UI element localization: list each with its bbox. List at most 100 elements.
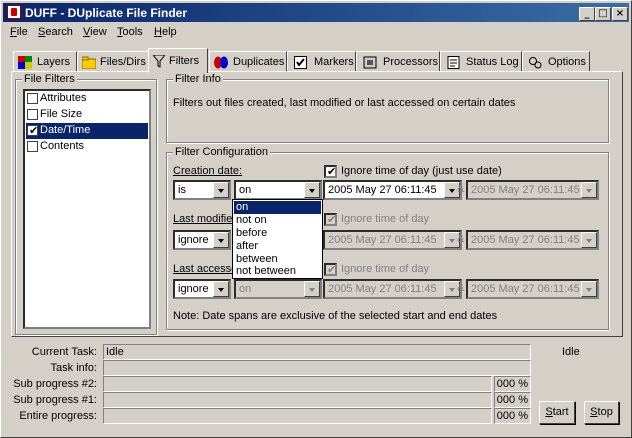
current-task-field: Idle [103,344,531,360]
accessed-op-select[interactable]: on [234,279,322,299]
check-icon: ✔ [327,213,337,226]
app-window: DUFF - DUplicate File Finder _ □ × File … [0,0,632,438]
dropdown-option[interactable]: after [234,240,321,253]
check-icon: ✔ [29,124,39,137]
list-item-date-time[interactable]: ✔ Date/Time [26,123,148,139]
tab-status-log[interactable]: Status Log [440,51,522,72]
file-size-checkbox[interactable] [27,109,38,120]
file-filters-title: File Filters [22,73,77,85]
accessed-amp: & [457,282,465,294]
chevron-down-icon[interactable] [304,182,320,198]
chevron-down-icon[interactable] [213,281,229,297]
state-text: Idle [562,346,580,358]
contents-checkbox[interactable] [27,141,38,152]
entire-progress-label: Entire progress: [19,410,97,422]
chevron-down-icon[interactable] [581,281,597,297]
tab-files-dirs[interactable]: Files/Dirs [77,51,149,72]
filter-info-title: Filter Info [173,73,223,85]
tab-markers[interactable]: Markers [287,51,356,72]
funnel-icon [151,54,167,68]
sub-progress-1-label: Sub progress #1: [13,394,97,406]
dropdown-option[interactable]: on [234,201,321,214]
processor-icon [363,56,377,69]
window-title: DUFF - DUplicate File Finder [25,6,188,20]
menu-view[interactable]: View [83,26,107,38]
sub-progress-2-label: Sub progress #2: [13,378,97,390]
file-filters-list[interactable]: Attributes File Size ✔ Date/Time Content… [23,89,151,329]
maximize-icon: □ [598,8,608,19]
accessed-mode-select[interactable]: ignore [173,279,231,299]
modified-start-date[interactable]: 2005 May 27 06:11:45 [323,230,462,250]
folder-icon [81,56,97,70]
modified-end-date[interactable]: 2005 May 27 06:11:45 [466,230,599,250]
modified-amp: & [457,233,465,245]
date-span-note: Note: Date spans are exclusive of the se… [173,310,498,322]
accessed-ignore-time-label: Ignore time of day [341,263,430,275]
chevron-down-icon[interactable] [213,182,229,198]
menu-file[interactable]: File [10,26,28,38]
app-icon[interactable] [7,5,21,19]
start-button[interactable]: Start [539,401,575,424]
creation-amp: & [457,183,465,195]
creation-op-dropdown-list[interactable]: on not on before after between not betwe… [232,199,323,279]
current-task-label: Current Task: [31,346,97,358]
minimize-button[interactable]: _ [579,7,595,21]
chevron-down-icon[interactable] [213,232,229,248]
chevron-down-icon[interactable] [304,281,320,297]
tab-options[interactable]: Options [522,51,590,72]
modified-ignore-time-checkbox[interactable]: ✔ [324,213,337,226]
title-bar[interactable]: DUFF - DUplicate File Finder _ □ × [3,3,629,22]
menu-help[interactable]: Help [154,26,177,38]
chevron-down-icon[interactable] [581,182,597,198]
sub-progress-1-percent: 000 % [494,392,531,408]
filter-info-text: Filters out files created, last modified… [173,97,516,109]
list-item-contents[interactable]: Contents [26,139,148,155]
attributes-checkbox[interactable] [27,93,38,104]
dropdown-option[interactable]: before [234,227,321,240]
check-icon: ✔ [327,165,337,178]
modified-mode-select[interactable]: ignore [173,230,231,250]
tab-layers[interactable]: Layers [13,51,77,72]
last-modified-label: Last modified [173,213,239,225]
accessed-end-date[interactable]: 2005 May 27 06:11:45 [466,279,599,299]
maximize-button[interactable]: □ [595,7,611,21]
accessed-ignore-time-checkbox[interactable]: ✔ [324,263,337,276]
creation-start-date[interactable]: 2005 May 27 06:11:45 [323,180,462,200]
creation-end-date[interactable]: 2005 May 27 06:11:45 [466,180,599,200]
dropdown-option[interactable]: not between [234,265,321,278]
creation-op-select[interactable]: on [234,180,322,200]
chevron-down-icon[interactable] [581,232,597,248]
creation-ignore-time-checkbox[interactable]: ✔ [324,165,337,178]
date-time-checkbox[interactable]: ✔ [27,124,39,137]
checkbox-icon [294,56,308,69]
list-item-file-size[interactable]: File Size [26,107,148,123]
duplicates-icon [214,56,228,69]
task-info-label: Task info: [50,362,97,374]
menu-bar: File Search View Tools Help [3,23,629,41]
stop-button[interactable]: Stop [584,401,619,424]
task-info-field [103,360,531,376]
creation-ignore-time-label: Ignore time of day (just use date) [341,165,502,177]
menu-search[interactable]: Search [38,26,73,38]
sub-progress-2-bar [103,376,492,392]
tab-filters[interactable]: Filters [148,48,208,73]
minimize-icon: _ [584,8,590,19]
options-icon [528,56,542,69]
close-button[interactable]: × [612,7,628,21]
accessed-start-date[interactable]: 2005 May 27 06:11:45 [323,279,462,299]
log-icon [447,56,461,69]
close-icon: × [615,8,625,19]
sub-progress-1-bar [103,392,492,408]
entire-progress-bar [103,408,492,424]
menu-tools[interactable]: Tools [117,26,143,38]
filter-config-title: Filter Configuration [173,146,270,158]
modified-ignore-time-label: Ignore time of day [341,213,430,225]
creation-mode-select[interactable]: is [173,180,231,200]
layers-icon [18,56,32,69]
tab-processors[interactable]: Processors [356,51,440,72]
creation-date-label: Creation date: [173,165,243,177]
list-item-attributes[interactable]: Attributes [26,91,148,107]
tab-duplicates[interactable]: Duplicates [209,51,287,72]
entire-progress-percent: 000 % [494,408,531,424]
dropdown-option[interactable]: not on [234,214,321,227]
